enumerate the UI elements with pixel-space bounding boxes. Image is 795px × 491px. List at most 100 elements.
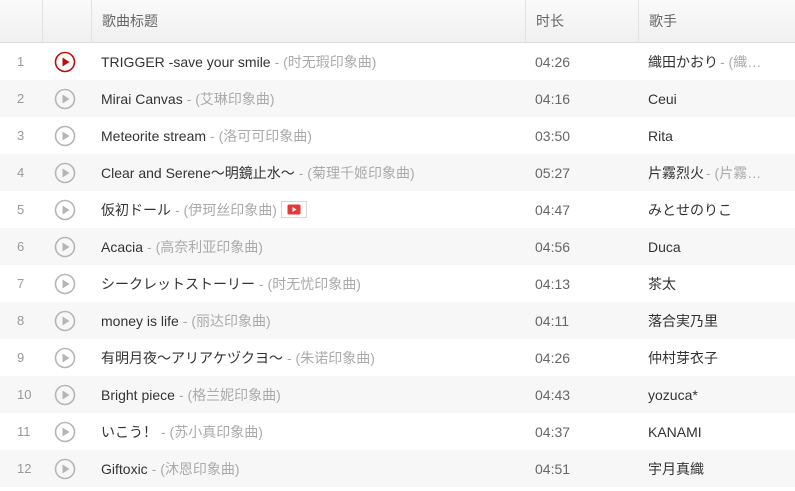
play-cell xyxy=(42,236,91,258)
song-alias: - (时无瑕印象曲) xyxy=(274,53,377,70)
table-row[interactable]: 2 Mirai Canvas - (艾琳印象曲) 04:16 Ceui xyxy=(0,80,795,117)
track-number: 9 xyxy=(17,350,25,365)
song-duration: 04:26 xyxy=(535,349,571,366)
title-cell: 有明月夜～アリアケヅクヨ～ - (朱诺印象曲) xyxy=(91,348,525,368)
table-row[interactable]: 7 シークレットストーリー - (时无忧印象曲) 04:13 茶太 xyxy=(0,265,795,302)
artist-link[interactable]: Ceui xyxy=(648,91,677,107)
song-duration: 03:50 xyxy=(535,127,571,144)
song-title-link[interactable]: Giftoxic xyxy=(101,461,148,477)
artist-link[interactable]: yozuca* xyxy=(648,387,698,403)
play-icon[interactable] xyxy=(54,458,76,480)
track-number: 12 xyxy=(17,461,32,476)
track-number: 4 xyxy=(17,165,25,180)
table-row[interactable]: 6 Acacia - (高奈利亚印象曲) 04:56 Duca xyxy=(0,228,795,265)
table-header: 歌曲标题 时长 歌手 xyxy=(0,0,795,43)
song-duration: 04:13 xyxy=(535,275,571,292)
song-title-link[interactable]: Clear and Serene～明鏡止水～ xyxy=(101,163,295,183)
artist-cell: 織田かおり - (織… xyxy=(638,52,795,72)
song-title-link[interactable]: シークレットストーリー xyxy=(101,274,255,294)
song-alias: - (洛可可印象曲) xyxy=(210,127,312,144)
table-row[interactable]: 9 有明月夜～アリアケヅクヨ～ - (朱诺印象曲) 04:26 仲村芽衣子 xyxy=(0,339,795,376)
header-title: 歌曲标题 xyxy=(91,0,525,42)
song-duration: 04:56 xyxy=(535,238,571,255)
track-number: 3 xyxy=(17,128,25,143)
title-cell: 仮初ドール - (伊珂丝印象曲) xyxy=(91,200,525,220)
play-cell xyxy=(42,310,91,332)
song-title-link[interactable]: Mirai Canvas xyxy=(101,91,183,107)
play-icon[interactable] xyxy=(54,162,76,184)
artist-link[interactable]: 片霧烈火 xyxy=(648,165,704,181)
play-icon[interactable] xyxy=(54,421,76,443)
table-row[interactable]: 1 TRIGGER -save your smile - (时无瑕印象曲) 04… xyxy=(0,43,795,80)
track-number: 10 xyxy=(17,387,32,402)
song-duration: 04:37 xyxy=(535,423,571,440)
artist-cell: 落合実乃里 xyxy=(638,311,795,331)
artist-link[interactable]: 落合実乃里 xyxy=(648,313,718,329)
play-cell xyxy=(42,199,91,221)
table-row[interactable]: 5 仮初ドール - (伊珂丝印象曲) 04:47 みとせのりこ xyxy=(0,191,795,228)
play-cell xyxy=(42,347,91,369)
artist-cell: Duca xyxy=(638,239,795,255)
artist-alias: - (片霧… xyxy=(706,164,762,181)
song-title-link[interactable]: いこう！ xyxy=(101,422,157,442)
artist-link[interactable]: Duca xyxy=(648,239,681,255)
play-cell xyxy=(42,458,91,480)
title-cell: Meteorite stream - (洛可可印象曲) xyxy=(91,126,525,146)
song-title-link[interactable]: Meteorite stream xyxy=(101,128,206,144)
artist-link[interactable]: 茶太 xyxy=(648,276,676,292)
track-number: 8 xyxy=(17,313,25,328)
song-title-link[interactable]: money is life xyxy=(101,313,179,329)
artist-cell: Ceui xyxy=(638,91,795,107)
artist-link[interactable]: KANAMI xyxy=(648,424,702,440)
song-title-link[interactable]: 仮初ドール xyxy=(101,200,171,220)
song-title-link[interactable]: Acacia xyxy=(101,239,143,255)
header-index xyxy=(0,0,42,42)
table-row[interactable]: 12 Giftoxic - (沐恩印象曲) 04:51 宇月真織 xyxy=(0,450,795,487)
play-icon[interactable] xyxy=(54,347,76,369)
song-duration: 04:16 xyxy=(535,90,571,107)
artist-cell: 仲村芽衣子 xyxy=(638,348,795,368)
play-cell xyxy=(42,384,91,406)
artist-link[interactable]: 仲村芽衣子 xyxy=(648,350,718,366)
title-cell: いこう！ - (苏小真印象曲) xyxy=(91,422,525,442)
artist-link[interactable]: 織田かおり xyxy=(648,54,718,70)
title-cell: Mirai Canvas - (艾琳印象曲) xyxy=(91,89,525,109)
song-duration: 04:11 xyxy=(535,312,569,329)
table-row[interactable]: 8 money is life - (丽达印象曲) 04:11 落合実乃里 xyxy=(0,302,795,339)
song-duration: 04:51 xyxy=(535,460,571,477)
table-row[interactable]: 11 いこう！ - (苏小真印象曲) 04:37 KANAMI xyxy=(0,413,795,450)
song-title-link[interactable]: Bright piece xyxy=(101,387,175,403)
play-icon[interactable] xyxy=(54,199,76,221)
play-cell xyxy=(42,273,91,295)
play-icon[interactable] xyxy=(54,88,76,110)
song-alias: - (苏小真印象曲) xyxy=(161,423,263,440)
artist-link[interactable]: Rita xyxy=(648,128,673,144)
song-alias: - (格兰妮印象曲) xyxy=(178,386,281,403)
title-cell: Bright piece - (格兰妮印象曲) xyxy=(91,385,525,405)
song-title-link[interactable]: 有明月夜～アリアケヅクヨ～ xyxy=(101,348,283,368)
table-row[interactable]: 3 Meteorite stream - (洛可可印象曲) 03:50 Rita xyxy=(0,117,795,154)
mv-icon[interactable] xyxy=(280,201,307,218)
play-cell xyxy=(42,421,91,443)
artist-cell: Rita xyxy=(638,128,795,144)
artist-alias: - (織… xyxy=(720,53,762,70)
table-row[interactable]: 10 Bright piece - (格兰妮印象曲) 04:43 yozuca* xyxy=(0,376,795,413)
song-alias: - (伊珂丝印象曲) xyxy=(175,201,277,218)
play-icon[interactable] xyxy=(54,125,76,147)
play-icon[interactable] xyxy=(54,273,76,295)
song-duration: 04:26 xyxy=(535,53,571,70)
title-cell: シークレットストーリー - (时无忧印象曲) xyxy=(91,274,525,294)
play-icon[interactable] xyxy=(54,236,76,258)
song-alias: - (高奈利亚印象曲) xyxy=(147,238,263,255)
play-icon[interactable] xyxy=(54,384,76,406)
title-cell: TRIGGER -save your smile - (时无瑕印象曲) xyxy=(91,52,525,72)
artist-link[interactable]: 宇月真織 xyxy=(648,461,704,477)
playing-icon[interactable] xyxy=(54,51,76,73)
play-cell xyxy=(42,88,91,110)
song-title-link[interactable]: TRIGGER -save your smile xyxy=(101,54,271,70)
play-icon[interactable] xyxy=(54,310,76,332)
song-list: 1 TRIGGER -save your smile - (时无瑕印象曲) 04… xyxy=(0,43,795,487)
title-cell: money is life - (丽达印象曲) xyxy=(91,311,525,331)
artist-link[interactable]: みとせのりこ xyxy=(648,202,732,218)
table-row[interactable]: 4 Clear and Serene～明鏡止水～ - (菊理千姬印象曲) 05:… xyxy=(0,154,795,191)
